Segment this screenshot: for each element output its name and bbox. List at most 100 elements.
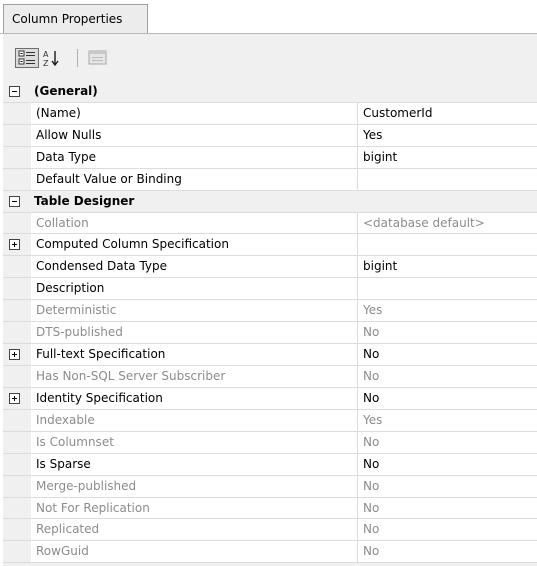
row-gutter — [3, 519, 31, 541]
toolbar-separator — [77, 49, 78, 67]
property-name: Indexable — [31, 409, 358, 431]
property-value[interactable]: CustomerId — [358, 102, 537, 124]
property-name: Computed Column Specification — [31, 234, 358, 256]
expand-plus-icon[interactable] — [9, 349, 20, 361]
property-value[interactable]: bigint — [358, 146, 537, 168]
property-value[interactable] — [358, 234, 537, 256]
property-value[interactable]: bigint — [358, 256, 537, 278]
property-row[interactable]: Description — [3, 278, 537, 301]
collapse-minus-icon[interactable] — [9, 195, 20, 207]
property-name: Description — [31, 278, 358, 300]
row-gutter — [3, 387, 31, 409]
property-name: Merge-published — [31, 475, 358, 497]
property-row[interactable]: Identity Specification No — [3, 387, 537, 410]
property-name: (Name) — [31, 102, 358, 124]
collapse-minus-icon[interactable] — [9, 86, 20, 97]
row-gutter — [3, 344, 31, 365]
property-value[interactable]: No — [358, 365, 537, 387]
categorized-button[interactable] — [15, 48, 39, 68]
property-row[interactable]: Deterministic Yes — [3, 300, 537, 323]
property-row[interactable]: Replicated No — [3, 519, 537, 542]
alphabetical-button[interactable]: A Z — [41, 48, 61, 68]
row-gutter — [3, 190, 31, 212]
row-gutter — [3, 212, 31, 234]
property-row[interactable]: Data Type bigint — [3, 146, 537, 169]
svg-text:Z: Z — [43, 59, 49, 68]
property-name: Collation — [31, 212, 358, 234]
property-panel: A Z (General) (Name) CustomerId Allow Nulls… — [3, 34, 537, 566]
property-row[interactable]: Has Non-SQL Server Subscriber No — [3, 365, 537, 388]
row-gutter — [3, 409, 31, 431]
category-row[interactable]: Table Designer — [3, 190, 537, 213]
property-row[interactable]: Allow Nulls Yes — [3, 124, 537, 147]
property-name: Data Type — [31, 146, 358, 168]
row-gutter — [3, 453, 31, 475]
svg-text:A: A — [43, 50, 49, 59]
property-pages-icon — [88, 50, 107, 65]
property-value[interactable] — [358, 278, 537, 300]
property-name: Allow Nulls — [31, 124, 358, 146]
property-value[interactable]: No — [358, 453, 537, 475]
property-row[interactable]: Indexable Yes — [3, 409, 537, 432]
property-row[interactable]: Default Value or Binding — [3, 168, 537, 191]
property-name: RowGuid — [31, 541, 358, 563]
property-value[interactable]: No — [358, 475, 537, 497]
property-name: Deterministic — [31, 300, 358, 322]
property-name: Full-text Specification — [31, 344, 358, 365]
tab-column-properties[interactable]: Column Properties — [3, 4, 148, 34]
row-gutter — [3, 124, 31, 146]
row-gutter — [3, 234, 31, 256]
property-row[interactable]: Is Sparse No — [3, 453, 537, 476]
property-row[interactable]: Full-text Specification No — [3, 344, 537, 366]
property-value[interactable]: Yes — [358, 409, 537, 431]
row-gutter — [3, 322, 31, 344]
property-name: Replicated — [31, 519, 358, 541]
property-pages-button[interactable] — [87, 48, 109, 68]
property-value[interactable]: <database default> — [358, 212, 537, 234]
property-row[interactable]: Computed Column Specification — [3, 234, 537, 257]
alphabetical-sort-icon: A Z — [43, 50, 59, 68]
expand-plus-icon[interactable] — [9, 239, 20, 251]
property-name: Is Columnset — [31, 431, 358, 453]
property-row[interactable]: Merge-published No — [3, 475, 537, 498]
property-value[interactable]: No — [358, 541, 537, 563]
expand-plus-icon[interactable] — [9, 392, 20, 404]
property-value[interactable]: No — [358, 497, 537, 519]
row-gutter — [3, 431, 31, 453]
property-row[interactable]: Condensed Data Type bigint — [3, 256, 537, 279]
property-row[interactable]: Not For Replication No — [3, 497, 537, 520]
row-gutter — [3, 365, 31, 387]
property-value[interactable]: No — [358, 344, 537, 365]
category-label: Table Designer — [31, 190, 511, 212]
property-value[interactable]: Yes — [358, 300, 537, 322]
row-gutter — [3, 146, 31, 168]
property-toolbar: A Z — [3, 34, 537, 80]
property-value[interactable]: No — [358, 322, 537, 344]
property-value[interactable] — [358, 168, 537, 190]
category-row[interactable]: (General) — [3, 81, 537, 103]
property-row[interactable]: RowGuid No — [3, 541, 537, 564]
property-row[interactable]: Is Columnset No — [3, 431, 537, 454]
row-gutter — [3, 541, 31, 563]
property-row[interactable]: DTS-published No — [3, 322, 537, 345]
property-name: Identity Specification — [31, 387, 358, 409]
tab-strip: Column Properties — [0, 0, 537, 34]
property-value[interactable]: No — [358, 431, 537, 453]
property-value[interactable]: No — [358, 387, 537, 409]
property-grid: (General) (Name) CustomerId Allow Nulls Yes D… — [3, 81, 537, 564]
property-value[interactable]: Yes — [358, 124, 537, 146]
property-name: Is Sparse — [31, 453, 358, 475]
row-gutter — [3, 497, 31, 519]
categorized-icon — [18, 50, 35, 65]
property-name: Condensed Data Type — [31, 256, 358, 278]
row-gutter — [3, 256, 31, 278]
category-label: (General) — [31, 81, 511, 102]
property-row[interactable]: (Name) CustomerId — [3, 102, 537, 125]
property-value[interactable]: No — [358, 519, 537, 541]
row-gutter — [3, 81, 31, 102]
property-name: Not For Replication — [31, 497, 358, 519]
property-name: Default Value or Binding — [31, 168, 358, 190]
property-row[interactable]: Collation <database default> — [3, 212, 537, 235]
row-gutter — [3, 102, 31, 124]
row-gutter — [3, 475, 31, 497]
